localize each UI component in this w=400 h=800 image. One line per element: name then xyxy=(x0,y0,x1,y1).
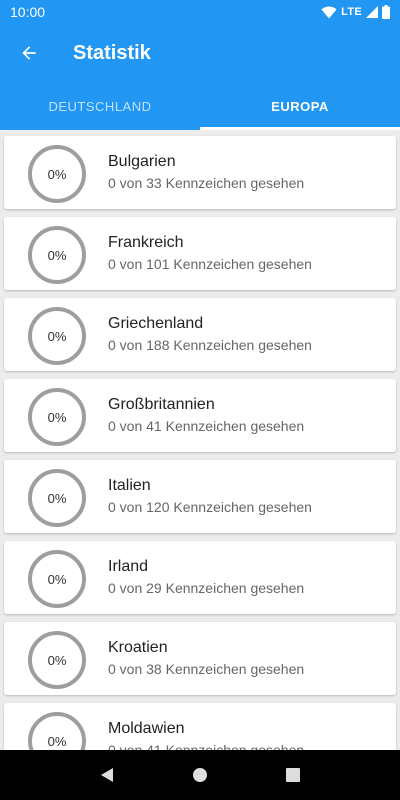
nav-back-button[interactable] xyxy=(87,755,127,795)
list-item[interactable]: 0% Griechenland 0 von 188 Kennzeichen ges… xyxy=(4,298,396,371)
country-name: Moldawien xyxy=(108,720,185,737)
progress-percent: 0% xyxy=(47,247,67,263)
country-name: Bulgarien xyxy=(108,153,176,170)
nav-recents-button[interactable] xyxy=(273,755,313,795)
country-subtitle: 0 von 29 Kennzeichen gesehen xyxy=(108,580,305,596)
country-subtitle: 0 von 41 Kennzeichen gesehen xyxy=(108,418,305,434)
country-name: Kroatien xyxy=(108,639,168,656)
tab-deutschland[interactable]: DEUTSCHLAND xyxy=(0,82,200,130)
status-time: 10:00 xyxy=(10,4,46,20)
progress-percent: 0% xyxy=(47,490,67,506)
progress-percent: 0% xyxy=(47,571,67,587)
list-item[interactable]: 0% Italien 0 von 120 Kennzeichen gesehen xyxy=(4,460,396,533)
page-title: Statistik xyxy=(73,41,151,64)
list-item[interactable]: 0% Kroatien 0 von 38 Kennzeichen gesehen xyxy=(4,622,396,695)
country-subtitle: 0 von 41 Kennzeichen gesehen xyxy=(108,742,305,750)
country-name: Irland xyxy=(108,558,149,575)
battery-icon xyxy=(382,5,390,19)
signal-icon xyxy=(366,6,378,18)
progress-ring: 0% xyxy=(28,226,86,284)
progress-ring: 0% xyxy=(28,307,86,365)
country-list-container[interactable]: 0% Bulgarien 0 von 33 Kennzeichen gesehen… xyxy=(0,130,400,750)
triangle-back-icon xyxy=(100,768,113,782)
status-bar: 10:00 LTE xyxy=(0,0,400,24)
country-subtitle: 0 von 120 Kennzeichen gesehen xyxy=(108,499,312,515)
network-type: LTE xyxy=(341,6,362,18)
country-list: 0% Bulgarien 0 von 33 Kennzeichen gesehen… xyxy=(0,130,400,750)
country-name: Italien xyxy=(108,477,151,494)
progress-ring: 0% xyxy=(28,712,86,750)
progress-percent: 0% xyxy=(47,328,67,344)
progress-percent: 0% xyxy=(47,652,67,668)
progress-ring: 0% xyxy=(28,469,86,527)
list-item[interactable]: 0% Frankreich 0 von 101 Kennzeichen geseh… xyxy=(4,217,396,290)
progress-percent: 0% xyxy=(47,733,67,749)
progress-percent: 0% xyxy=(47,409,67,425)
tab-bar: DEUTSCHLAND EUROPA xyxy=(0,82,400,130)
progress-percent: 0% xyxy=(47,166,67,182)
square-recents-icon xyxy=(286,768,301,782)
list-item[interactable]: 0% Großbritannien 0 von 41 Kennzeichen ge… xyxy=(4,379,396,452)
progress-ring: 0% xyxy=(28,388,86,446)
country-name: Frankreich xyxy=(108,234,184,251)
country-name: Großbritannien xyxy=(108,396,215,413)
back-button[interactable] xyxy=(0,24,58,82)
progress-ring: 0% xyxy=(28,550,86,608)
country-subtitle: 0 von 38 Kennzeichen gesehen xyxy=(108,661,305,677)
status-icons: LTE xyxy=(321,5,390,19)
tab-europa[interactable]: EUROPA xyxy=(200,82,400,130)
system-nav-bar xyxy=(0,750,400,800)
country-subtitle: 0 von 188 Kennzeichen gesehen xyxy=(108,337,312,353)
list-item[interactable]: 0% Bulgarien 0 von 33 Kennzeichen gesehen xyxy=(4,136,396,209)
app-bar: Statistik xyxy=(0,24,400,82)
country-name: Griechenland xyxy=(108,315,204,332)
country-subtitle: 0 von 101 Kennzeichen gesehen xyxy=(108,256,312,272)
list-item[interactable]: 0% Irland 0 von 29 Kennzeichen gesehen xyxy=(4,541,396,614)
list-item[interactable]: 0% Moldawien 0 von 41 Kennzeichen gesehen xyxy=(4,703,396,750)
progress-ring: 0% xyxy=(28,631,86,689)
arrow-back-icon xyxy=(22,46,36,60)
wifi-icon xyxy=(321,6,337,18)
circle-home-icon xyxy=(192,768,207,782)
country-subtitle: 0 von 33 Kennzeichen gesehen xyxy=(108,175,305,191)
progress-ring: 0% xyxy=(28,145,86,203)
nav-home-button[interactable] xyxy=(180,755,220,795)
